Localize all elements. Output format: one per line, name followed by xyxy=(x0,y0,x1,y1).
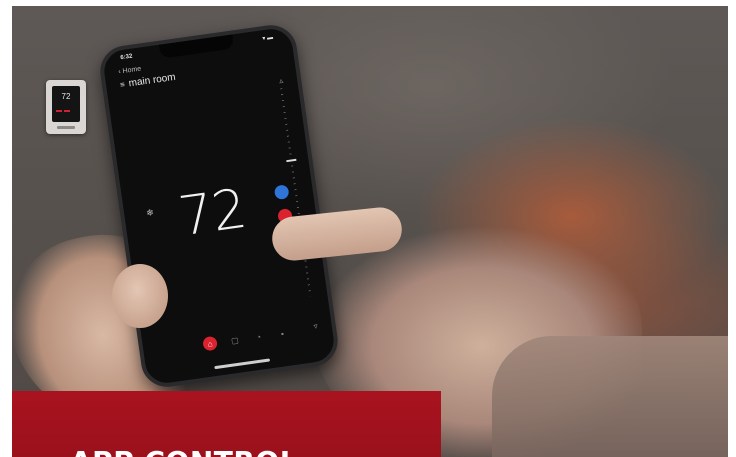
devices-icon[interactable]: ▪ xyxy=(276,327,290,341)
room-selector[interactable]: ≡ main room xyxy=(119,71,177,91)
left-thumb xyxy=(112,264,168,328)
home-indicator xyxy=(214,358,271,370)
phone-notch xyxy=(158,34,235,59)
back-chevron-icon: ‹ xyxy=(117,68,122,76)
home-icon[interactable]: ⌂ xyxy=(202,335,218,352)
settings-icon[interactable]: ◔ xyxy=(252,330,266,344)
promo-banner: APP CONTROL xyxy=(12,391,441,457)
tab-bar: ⌂ ▢ ◔ ▪ xyxy=(202,326,289,352)
menu-icon: ≡ xyxy=(119,79,126,90)
back-button[interactable]: ‹ Home xyxy=(118,66,142,76)
wall-thermostat: 72 xyxy=(46,80,86,134)
wall-thermostat-display: 72 xyxy=(52,86,80,122)
temp-up-button[interactable]: ▵ xyxy=(279,76,284,85)
promo-title: APP CONTROL xyxy=(70,445,298,457)
temp-down-button[interactable]: ▿ xyxy=(313,321,318,330)
cool-mode-button[interactable] xyxy=(273,184,290,201)
right-arm xyxy=(492,336,728,457)
schedule-icon[interactable]: ▢ xyxy=(228,333,242,347)
temperature-readout: 72 xyxy=(174,176,250,249)
back-label: Home xyxy=(122,65,142,76)
photo-background: 72 6:32 ▾ ▬ ‹ Home ≡ main room ▵ ❄ 72 ▿ … xyxy=(12,6,728,457)
mode-icon[interactable]: ❄ xyxy=(146,207,155,219)
wall-thermostat-base xyxy=(57,126,75,129)
status-time: 6:32 xyxy=(120,53,133,62)
status-icons: ▾ ▬ xyxy=(262,34,274,43)
wall-thermostat-indicator xyxy=(56,110,76,112)
room-name: main room xyxy=(128,71,177,90)
